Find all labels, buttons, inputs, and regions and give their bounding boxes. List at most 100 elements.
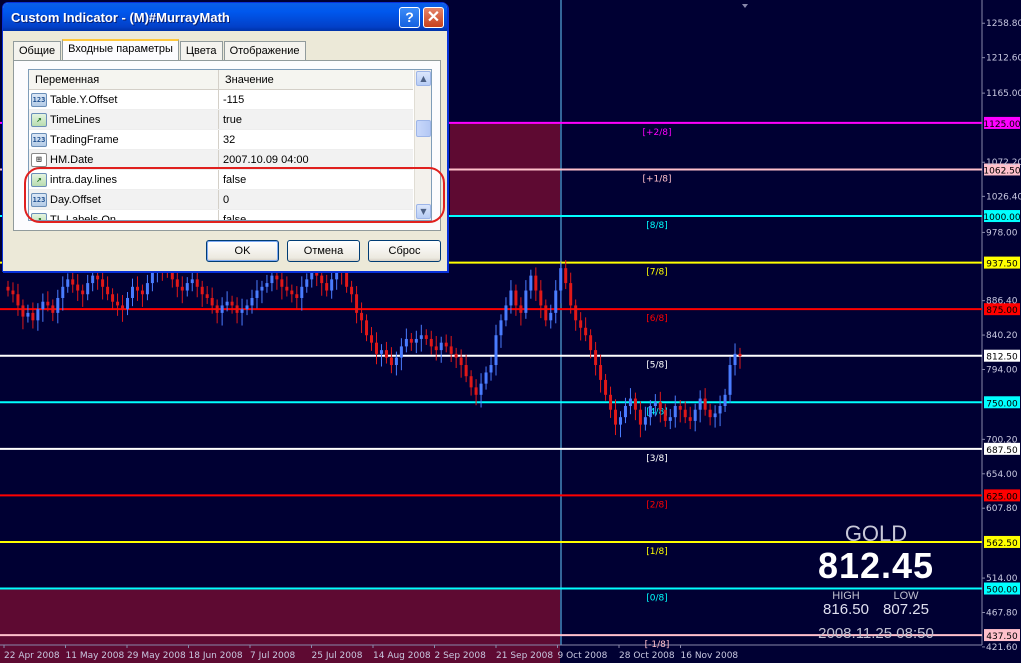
- price-tag: 937.50: [986, 260, 1018, 270]
- int-icon: 123: [31, 92, 47, 107]
- dialog-titlebar[interactable]: Custom Indicator - (M)#MurrayMath ? ✕: [3, 3, 447, 31]
- candle-body: [150, 271, 154, 284]
- candle-body: [205, 294, 209, 298]
- candle-body: [121, 305, 125, 310]
- tab-input-parameters[interactable]: Входные параметры: [62, 39, 179, 61]
- parameter-name-cell[interactable]: ↗ TL.Labels.On: [29, 210, 219, 221]
- x-tick-label: 29 May 2008: [127, 651, 186, 661]
- candle-body: [544, 305, 548, 321]
- candle-body: [235, 305, 239, 313]
- parameter-value: -115: [223, 93, 245, 106]
- parameter-row[interactable]: 123 Table.Y.Offset -115: [29, 90, 413, 110]
- candle-body: [290, 290, 294, 295]
- parameter-name-cell[interactable]: 123 Day.Offset: [29, 190, 219, 209]
- candle-body: [200, 286, 204, 295]
- candle-body: [419, 335, 423, 339]
- candle-body: [31, 312, 35, 321]
- parameter-row[interactable]: ↗ intra.day.lines false: [29, 170, 413, 190]
- parameter-name-cell[interactable]: 123 TradingFrame: [29, 130, 219, 149]
- x-tick-label: 9 Oct 2008: [558, 651, 608, 661]
- x-tick-label: 22 Apr 2008: [4, 651, 60, 661]
- parameter-value-cell[interactable]: 32: [219, 130, 413, 149]
- reset-button[interactable]: Сброс: [368, 240, 441, 262]
- ok-button[interactable]: OK: [206, 240, 279, 262]
- close-button[interactable]: ✕: [423, 6, 444, 28]
- candle-body: [484, 372, 488, 384]
- x-tick-label: 2 Sep 2008: [435, 651, 487, 661]
- parameter-value-cell[interactable]: 0: [219, 190, 413, 209]
- candle-body: [41, 301, 45, 310]
- candle-body: [330, 279, 334, 291]
- parameter-name: TradingFrame: [50, 133, 119, 146]
- bool-icon: ↗: [31, 212, 47, 220]
- candle-body: [91, 275, 95, 284]
- parameter-row[interactable]: ⊞ HM.Date 2007.10.09 04:00: [29, 150, 413, 170]
- candle-body: [628, 398, 632, 406]
- x-tick-label: 18 Jun 2008: [189, 651, 243, 661]
- candle-body: [529, 275, 533, 291]
- parameter-row[interactable]: ↗ TimeLines true: [29, 110, 413, 130]
- parameter-value-cell[interactable]: false: [219, 170, 413, 189]
- y-tick-label: 886.40: [986, 297, 1018, 307]
- candle-body: [728, 365, 732, 395]
- candle-body: [693, 409, 697, 421]
- murray-level-label: [+2/8]: [642, 128, 671, 138]
- candle-body: [6, 286, 10, 291]
- parameter-name-cell[interactable]: ↗ intra.day.lines: [29, 170, 219, 189]
- tab-colors[interactable]: Цвета: [179, 41, 223, 61]
- parameter-name: HM.Date: [50, 153, 94, 166]
- column-header-value[interactable]: Значение: [219, 70, 280, 89]
- scroll-thumb[interactable]: [416, 120, 431, 137]
- candle-body: [688, 417, 692, 421]
- high-value: 816.50: [823, 601, 869, 618]
- parameter-value-cell[interactable]: false: [219, 210, 413, 221]
- input-parameters-panel: Переменная Значение 123 Table.Y.Offset -11…: [13, 60, 445, 231]
- candle-body: [564, 268, 568, 284]
- parameter-name-cell[interactable]: ↗ TimeLines: [29, 110, 219, 129]
- scroll-up-icon[interactable]: ▲: [416, 71, 431, 86]
- murray-level-label: [-1/8]: [645, 640, 670, 650]
- cancel-button[interactable]: Отмена: [287, 240, 360, 262]
- candle-body: [514, 290, 518, 306]
- parameter-name-cell[interactable]: ⊞ HM.Date: [29, 150, 219, 169]
- candle-body: [723, 394, 727, 406]
- candle-body: [409, 338, 413, 343]
- candle-body: [653, 402, 657, 406]
- candle-body: [275, 275, 279, 280]
- x-tick-label: 7 Jul 2008: [250, 651, 295, 661]
- parameter-name-cell[interactable]: 123 Table.Y.Offset: [29, 90, 219, 109]
- column-header-variable[interactable]: Переменная: [29, 70, 219, 89]
- tab-display[interactable]: Отображение: [223, 41, 306, 61]
- candle-body: [469, 376, 473, 388]
- candle-body: [379, 350, 383, 354]
- scroll-down-icon[interactable]: ▼: [416, 204, 431, 219]
- murray-level-label: [6/8]: [646, 314, 668, 324]
- price-tag: 625.00: [986, 492, 1018, 502]
- parameter-row[interactable]: ↗ TL.Labels.On false: [29, 210, 413, 221]
- tab-general[interactable]: Общие: [13, 41, 62, 61]
- parameter-value-cell[interactable]: 2007.10.09 04:00: [219, 150, 413, 169]
- x-tick-label: 21 Sep 2008: [496, 651, 553, 661]
- ticker-high-low-values: 816.50 807.25: [790, 601, 962, 618]
- help-button[interactable]: ?: [399, 6, 420, 28]
- grid-scrollbar[interactable]: ▲ ▼: [414, 70, 431, 220]
- candle-body: [21, 305, 25, 317]
- candle-body: [190, 279, 194, 284]
- candle-body: [250, 297, 254, 306]
- parameter-name: TimeLines: [50, 113, 101, 126]
- candle-body: [648, 405, 652, 418]
- parameter-value-cell[interactable]: -115: [219, 90, 413, 109]
- candle-body: [384, 350, 388, 358]
- parameter-row[interactable]: 123 Day.Offset 0: [29, 190, 413, 210]
- candle-body: [360, 312, 364, 321]
- candle-body: [663, 409, 667, 421]
- dialog-title: Custom Indicator - (M)#MurrayMath: [11, 9, 230, 25]
- parameter-value-cell[interactable]: true: [219, 110, 413, 129]
- candle-body: [56, 297, 60, 313]
- parameter-row[interactable]: 123 TradingFrame 32: [29, 130, 413, 150]
- x-tick-label: 25 Jul 2008: [312, 651, 363, 661]
- parameter-name: TL.Labels.On: [50, 213, 117, 221]
- y-tick-label: 978.00: [986, 228, 1018, 238]
- candle-body: [365, 320, 369, 336]
- candle-body: [559, 268, 563, 291]
